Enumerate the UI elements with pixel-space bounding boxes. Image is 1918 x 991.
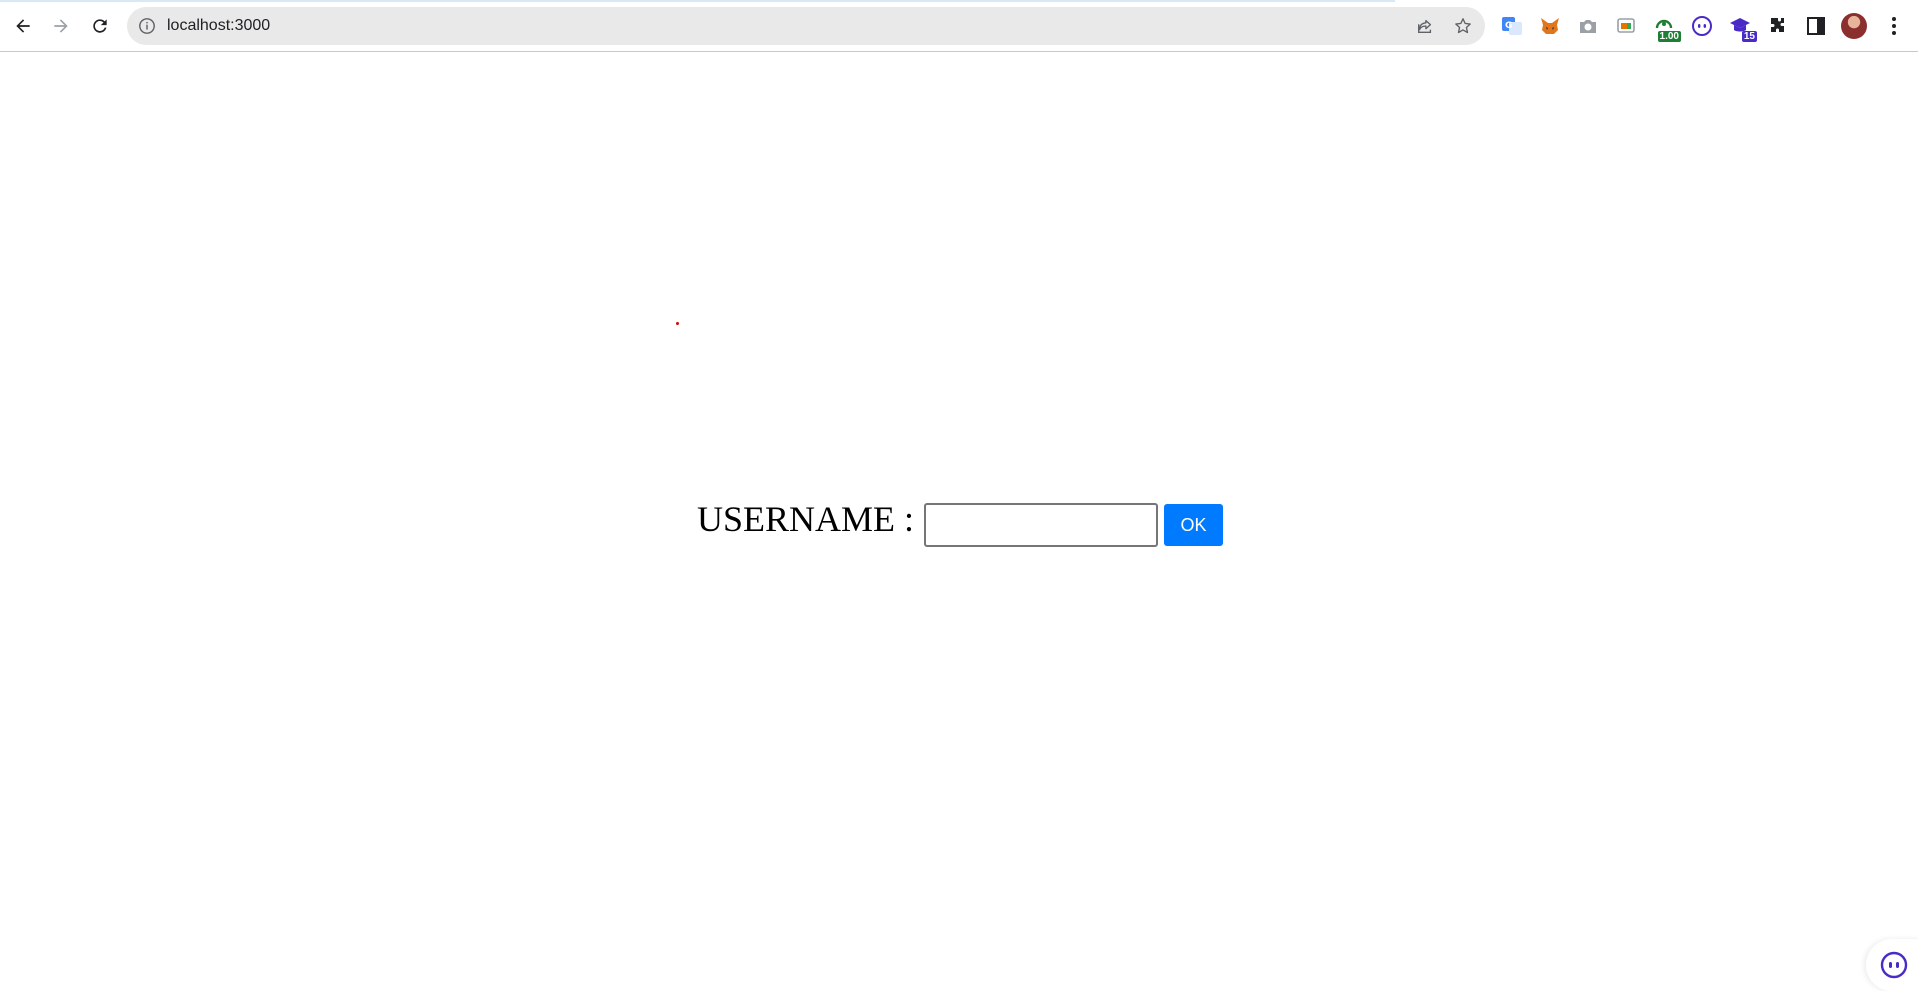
browser-toolbar: localhost:3000 G 1.00 15 bbox=[0, 0, 1918, 52]
site-info-icon[interactable] bbox=[137, 16, 157, 36]
google-translate-icon[interactable]: G bbox=[1499, 13, 1525, 39]
address-bar[interactable]: localhost:3000 bbox=[127, 7, 1485, 45]
red-dot bbox=[676, 322, 679, 325]
share-icon[interactable] bbox=[1415, 16, 1435, 36]
svg-text:G: G bbox=[1505, 21, 1512, 31]
back-button[interactable] bbox=[8, 11, 38, 41]
puzzle-icon[interactable] bbox=[1765, 13, 1791, 39]
side-panel-icon[interactable] bbox=[1803, 13, 1829, 39]
camera-icon[interactable] bbox=[1575, 13, 1601, 39]
bookmark-star-icon[interactable] bbox=[1453, 16, 1473, 36]
profile-avatar[interactable] bbox=[1841, 13, 1867, 39]
reload-button[interactable] bbox=[85, 11, 115, 41]
ticker-badge: 1.00 bbox=[1657, 31, 1681, 42]
metamask-fox-icon[interactable] bbox=[1537, 13, 1563, 39]
graduation-badge: 15 bbox=[1741, 31, 1757, 42]
ticker-extension-icon[interactable]: 1.00 bbox=[1651, 13, 1681, 42]
username-label: USERNAME : bbox=[697, 499, 915, 539]
arrow-left-icon bbox=[16, 19, 30, 33]
username-input[interactable] bbox=[924, 503, 1159, 547]
username-form: USERNAME : OK bbox=[697, 495, 1224, 555]
ok-button[interactable]: OK bbox=[1164, 504, 1224, 546]
kebab-menu-icon[interactable] bbox=[1882, 13, 1906, 39]
robot-face-icon[interactable] bbox=[1689, 13, 1715, 39]
robot-face-icon bbox=[1880, 951, 1908, 979]
assistant-launcher[interactable] bbox=[1866, 939, 1918, 991]
reload-icon bbox=[93, 19, 107, 33]
url-text[interactable]: localhost:3000 bbox=[167, 17, 270, 35]
arrow-right-icon bbox=[54, 19, 68, 33]
graduation-cap-icon[interactable]: 15 bbox=[1727, 13, 1757, 42]
forward-button[interactable] bbox=[46, 11, 76, 41]
cast-screen-icon[interactable] bbox=[1613, 13, 1639, 39]
loading-progress-bar bbox=[0, 0, 1395, 2]
